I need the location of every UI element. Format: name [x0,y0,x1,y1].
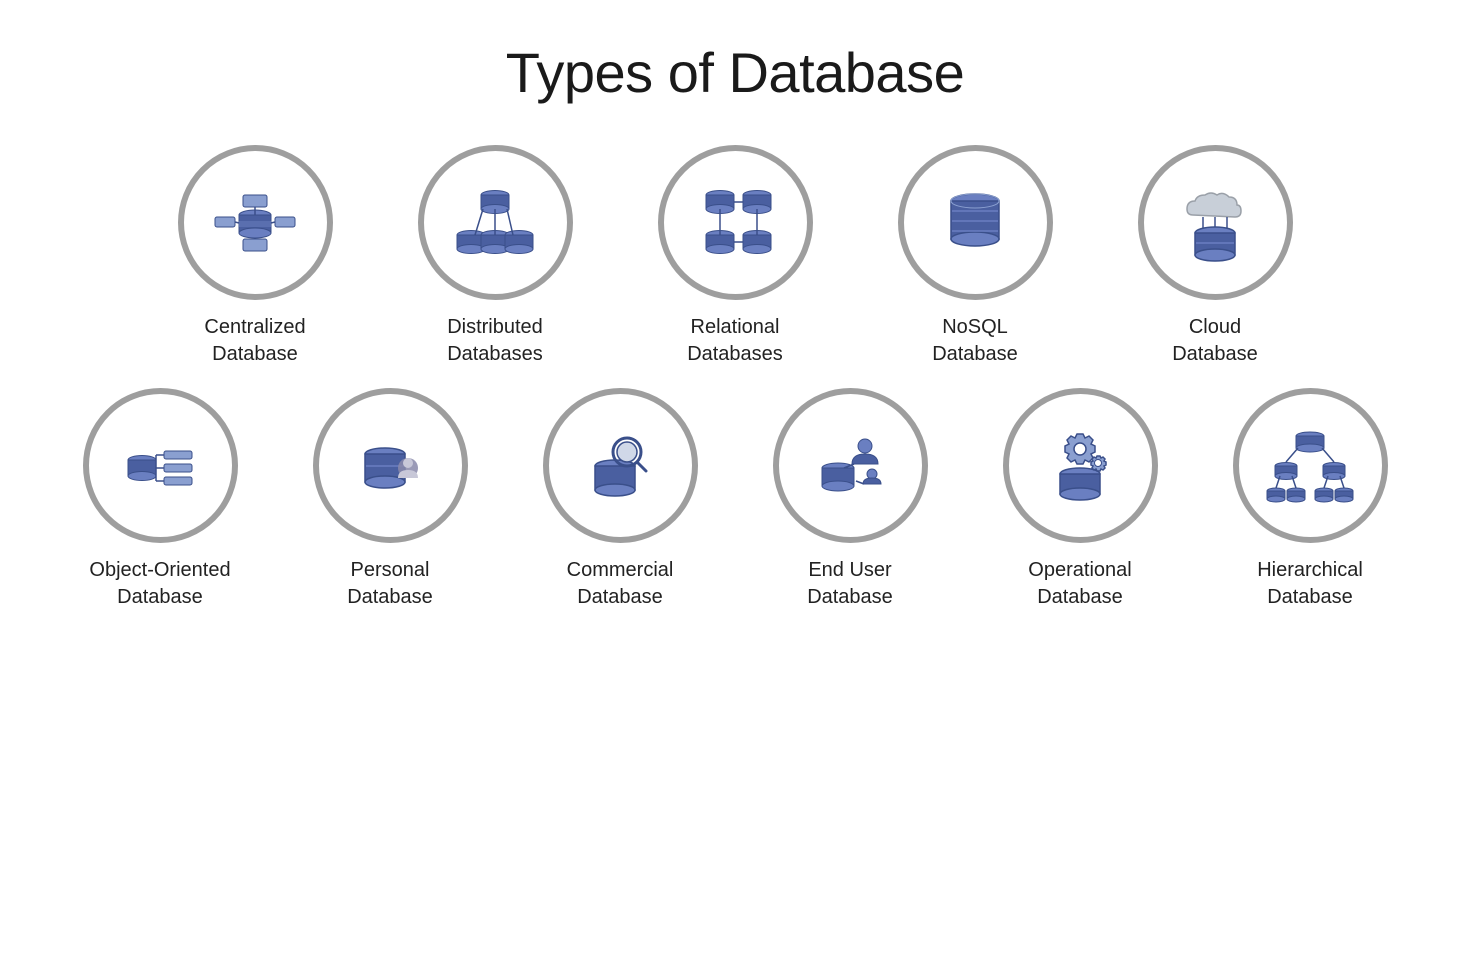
row-1: CentralizedDatabase [60,145,1410,368]
icon-circle-object-oriented [83,388,238,543]
icon-circle-nosql [898,145,1053,300]
label-nosql: NoSQLDatabase [932,314,1018,368]
label-end-user: End UserDatabase [807,557,893,611]
icon-circle-distributed [418,145,573,300]
db-item-commercial: CommercialDatabase [520,388,720,611]
label-relational: RelationalDatabases [687,314,783,368]
db-item-nosql: NoSQLDatabase [870,145,1080,368]
label-hierarchical: HierarchicalDatabase [1257,557,1363,611]
distributed-icon [445,173,545,273]
personal-icon [340,416,440,516]
commercial-icon [570,416,670,516]
label-cloud: CloudDatabase [1172,314,1258,368]
label-commercial: CommercialDatabase [567,557,674,611]
icon-circle-centralized [178,145,333,300]
icon-circle-end-user [773,388,928,543]
db-item-operational: OperationalDatabase [980,388,1180,611]
nosql-icon [925,173,1025,273]
db-item-end-user: End UserDatabase [750,388,950,611]
operational-icon [1030,416,1130,516]
icon-circle-commercial [543,388,698,543]
relational-icon [685,173,785,273]
cloud-icon [1165,173,1265,273]
centralized-icon [205,173,305,273]
label-operational: OperationalDatabase [1028,557,1131,611]
hierarchical-icon [1260,416,1360,516]
db-item-centralized: CentralizedDatabase [150,145,360,368]
label-object-oriented: Object-OrientedDatabase [89,557,230,611]
icon-circle-relational [658,145,813,300]
grid-container: CentralizedDatabase [60,145,1410,611]
db-item-relational: RelationalDatabases [630,145,840,368]
db-item-personal: PersonalDatabase [290,388,490,611]
db-item-hierarchical: HierarchicalDatabase [1210,388,1410,611]
icon-circle-hierarchical [1233,388,1388,543]
db-item-cloud: CloudDatabase [1110,145,1320,368]
page-title: Types of Database [506,40,964,105]
db-item-distributed: DistributedDatabases [390,145,600,368]
icon-circle-personal [313,388,468,543]
object-oriented-icon [110,416,210,516]
label-distributed: DistributedDatabases [447,314,543,368]
db-item-object-oriented: Object-OrientedDatabase [60,388,260,611]
end-user-icon [800,416,900,516]
row-2: Object-OrientedDatabase PersonalDatabase [60,388,1410,611]
label-centralized: CentralizedDatabase [204,314,305,368]
label-personal: PersonalDatabase [347,557,433,611]
icon-circle-cloud [1138,145,1293,300]
icon-circle-operational [1003,388,1158,543]
